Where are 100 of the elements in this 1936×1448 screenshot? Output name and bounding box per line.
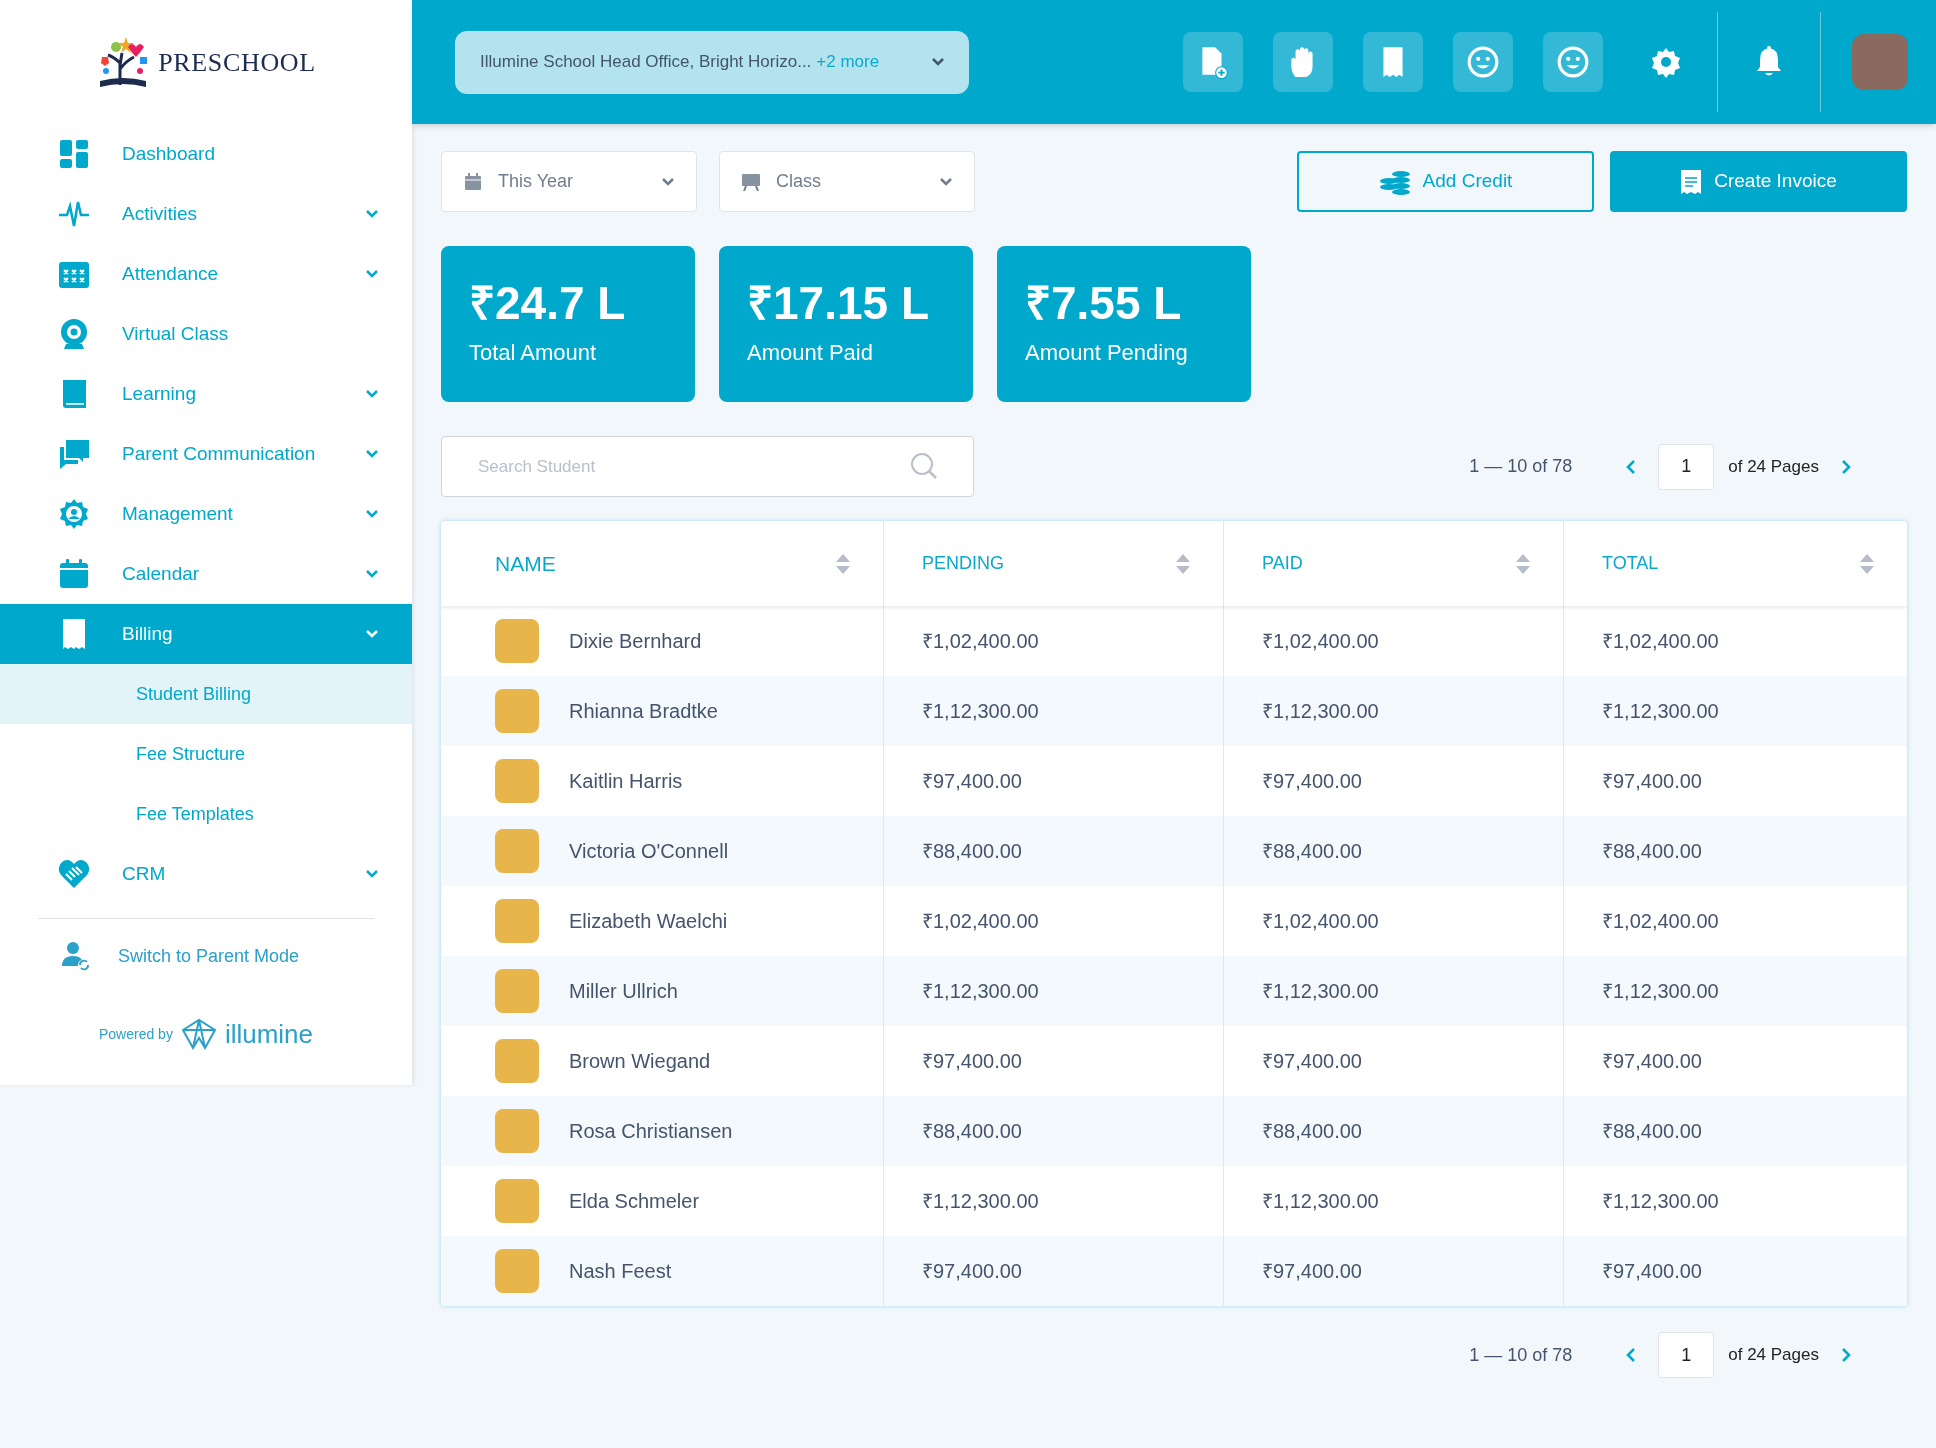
search-field[interactable]: Search Student <box>441 436 974 497</box>
student-photo-placeholder <box>495 1109 539 1153</box>
table-cell-text: Dixie Bernhard <box>569 629 702 654</box>
chevron-down-icon <box>662 177 674 186</box>
table-cell-text: ₹1,12,300.00 <box>922 1189 1039 1214</box>
sidebar-item[interactable]: Calendar <box>0 544 412 604</box>
student-photo-placeholder <box>495 1249 539 1293</box>
gear-icon <box>1650 46 1682 78</box>
calendar-icon <box>464 172 482 191</box>
student-photo-placeholder <box>495 969 539 1013</box>
stat-label: Amount Pending <box>1025 339 1189 367</box>
table-cell-text: ₹97,400.00 <box>1602 1259 1702 1284</box>
smiley-button[interactable] <box>1543 32 1603 92</box>
table-cell-text: Rosa Christiansen <box>569 1119 733 1144</box>
table-cell-text: Victoria O'Connell <box>569 839 729 864</box>
table-cell-text: ₹1,02,400.00 <box>1262 629 1379 654</box>
student-photo-placeholder <box>495 759 539 803</box>
table-cell-text: ₹97,400.00 <box>922 769 1022 794</box>
powered-by-label: Powered by <box>98 1024 173 1044</box>
switch-mode-link[interactable]: Switch to Parent Mode <box>0 919 412 993</box>
table-cell-text: ₹1,12,300.00 <box>1602 699 1719 724</box>
table-cell-text: Miller Ullrich <box>569 979 678 1004</box>
avatar-photo-placeholder[interactable] <box>1852 34 1908 90</box>
table-cell-text: ₹97,400.00 <box>1602 769 1702 794</box>
easel-icon <box>742 172 760 191</box>
student-photo-placeholder <box>495 1179 539 1223</box>
heart-handshake-icon <box>58 858 90 890</box>
table-cell-text: ₹88,400.00 <box>1262 839 1362 864</box>
table-cell-text: ₹88,400.00 <box>1262 1119 1362 1144</box>
file-add-button[interactable] <box>1183 32 1243 92</box>
hand-button[interactable] <box>1273 32 1333 92</box>
user-sync-icon <box>60 940 92 972</box>
table-cell-text: ₹1,12,300.00 <box>1262 699 1379 724</box>
student-photo-placeholder <box>495 829 539 873</box>
powered-brand: illumine <box>224 1017 314 1051</box>
column-header[interactable]: PAID <box>1262 550 1303 577</box>
coin-stack-icon <box>1378 168 1411 195</box>
table-cell-text: ₹1,02,400.00 <box>922 909 1039 934</box>
student-photo-placeholder <box>495 619 539 663</box>
sort-icon <box>835 552 851 575</box>
sort-icon <box>1859 552 1875 575</box>
submenu-item[interactable]: Fee Structure <box>0 724 412 784</box>
column-header[interactable]: PENDING <box>922 550 1004 577</box>
chat-bubbles-icon <box>58 438 90 470</box>
webcam-icon <box>58 318 90 350</box>
pagination-range: 1 — 10 of 78 <box>1469 455 1573 478</box>
table-cell-text: Elizabeth Waelchi <box>569 909 728 934</box>
table-cell-text: ₹1,02,400.00 <box>922 629 1039 654</box>
add-credit-button[interactable]: Add Credit <box>1297 151 1594 212</box>
filter-dropdown[interactable]: Class <box>719 151 975 212</box>
table-cell-text: ₹97,400.00 <box>1262 1259 1362 1284</box>
gear-user-icon <box>58 498 90 530</box>
table-cell-text: Elda Schmeler <box>569 1189 700 1214</box>
table-cell-text: ₹88,400.00 <box>922 839 1022 864</box>
student-photo-placeholder <box>495 689 539 733</box>
previous-page-button[interactable] <box>1626 1347 1637 1363</box>
smiley-button[interactable] <box>1453 32 1513 92</box>
next-page-button[interactable] <box>1841 458 1851 475</box>
sidebar-item[interactable]: Attendance <box>0 244 412 304</box>
submenu-item[interactable]: Fee Templates <box>0 784 412 844</box>
smiley-icon <box>1556 45 1590 79</box>
search-icon <box>910 452 938 480</box>
create-invoice-button[interactable]: Create Invoice <box>1610 151 1907 212</box>
previous-page-button[interactable] <box>1626 458 1637 475</box>
brand-name: PRESCHOOL <box>158 46 316 79</box>
column-header[interactable]: TOTAL <box>1602 550 1659 577</box>
dashboard-icon <box>58 138 90 170</box>
stat-label: Amount Paid <box>747 339 874 367</box>
submenu-item[interactable]: Student Billing <box>0 664 412 724</box>
stat-value: ₹17.15 L <box>747 280 930 326</box>
school-selector[interactable]: Illumine School Head Office, Bright Horizo... +2 more <box>455 30 969 94</box>
sidebar-item[interactable]: CRM <box>0 844 412 904</box>
table-cell-text: ₹88,400.00 <box>922 1119 1022 1144</box>
table-cell-text: ₹97,400.00 <box>922 1259 1022 1284</box>
bell-icon <box>1754 46 1784 78</box>
stat-value: ₹24.7 L <box>469 280 627 326</box>
table-cell-text: Rhianna Bradtke <box>569 699 718 724</box>
page-number-input[interactable]: 1 <box>1658 443 1715 490</box>
page-number-input[interactable]: 1 <box>1658 1332 1715 1378</box>
next-page-button[interactable] <box>1841 1347 1851 1363</box>
sidebar-item[interactable]: Dashboard <box>0 124 412 184</box>
stat-value: ₹7.55 L <box>1025 280 1183 326</box>
sidebar-item[interactable]: Activities <box>0 184 412 244</box>
filter-dropdown[interactable]: This Year <box>441 151 697 212</box>
sidebar-item[interactable]: Parent Communication <box>0 424 412 484</box>
pagination-range: 1 — 10 of 78 <box>1469 1343 1573 1367</box>
receipt-button[interactable] <box>1363 32 1423 92</box>
column-header[interactable]: NAME <box>495 547 556 580</box>
student-photo-placeholder <box>495 899 539 943</box>
sidebar-item[interactable]: Virtual Class <box>0 304 412 364</box>
sidebar-item[interactable]: Learning <box>0 364 412 424</box>
table-cell-text: ₹1,12,300.00 <box>1602 1189 1719 1214</box>
table-cell-text: Brown Wiegand <box>569 1049 711 1074</box>
table-cell-text: ₹97,400.00 <box>1262 1049 1362 1074</box>
table-cell-text: ₹1,02,400.00 <box>1602 909 1719 934</box>
total-pages-label: of 24 Pages <box>1728 455 1819 478</box>
sidebar-item[interactable]: Management <box>0 484 412 544</box>
table-cell-text: ₹97,400.00 <box>1262 769 1362 794</box>
table-cell-text: ₹1,12,300.00 <box>1262 979 1379 1004</box>
sidebar-item[interactable]: Billing <box>0 604 412 664</box>
